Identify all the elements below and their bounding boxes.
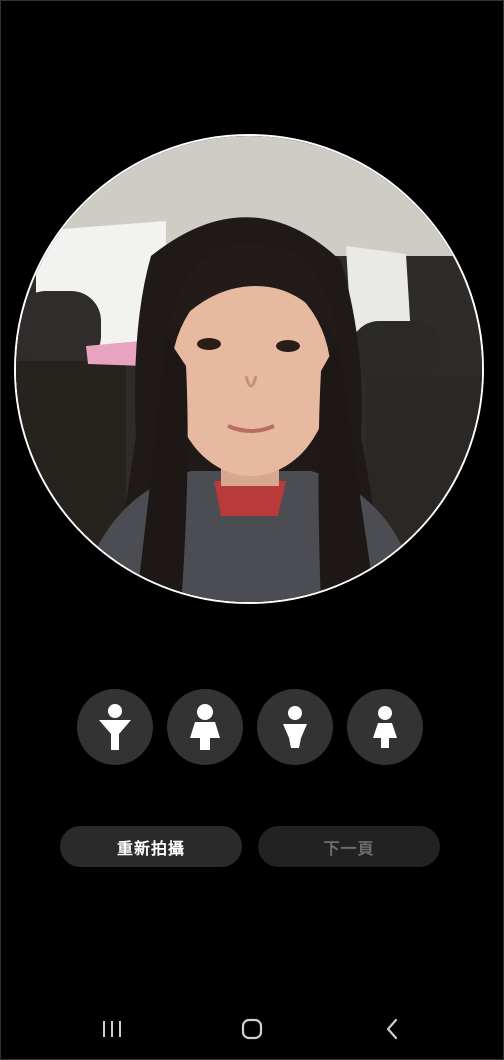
back-icon [386, 1018, 398, 1040]
body-type-option-2[interactable] [167, 689, 243, 765]
home-icon [241, 1018, 263, 1040]
back-button[interactable] [377, 1014, 407, 1044]
recent-apps-icon [103, 1021, 121, 1037]
next-page-button[interactable]: 下一頁 [258, 826, 440, 867]
recent-apps-button[interactable] [97, 1014, 127, 1044]
home-button[interactable] [237, 1014, 267, 1044]
action-buttons: 重新拍攝 下一頁 [60, 826, 440, 867]
male-body-type-2-icon [283, 706, 307, 748]
female-body-type-1-icon [190, 704, 220, 750]
camera-preview [14, 134, 484, 604]
portrait-image [16, 136, 482, 602]
body-type-option-3[interactable] [257, 689, 333, 765]
male-body-type-1-icon [99, 704, 131, 750]
navigation-bar [0, 1002, 504, 1052]
body-type-option-4[interactable] [347, 689, 423, 765]
retake-button[interactable]: 重新拍攝 [60, 826, 242, 867]
body-type-selector [77, 689, 423, 765]
female-body-type-2-icon [373, 706, 397, 748]
body-type-option-1[interactable] [77, 689, 153, 765]
